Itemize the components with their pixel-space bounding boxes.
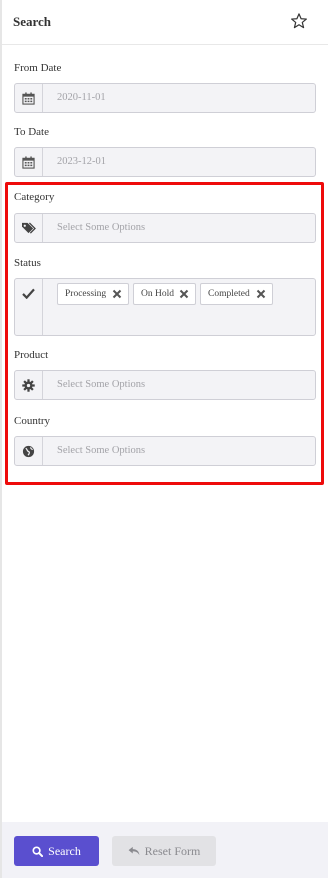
- search-icon: [32, 845, 44, 857]
- reset-form-button[interactable]: Reset Form: [112, 836, 216, 866]
- to-date-value: 2023-12-01: [57, 156, 106, 167]
- panel-title: Search: [13, 14, 52, 29]
- to-date-label: To Date: [14, 126, 49, 138]
- search-button[interactable]: Search: [14, 836, 99, 866]
- calendar-icon: [15, 84, 43, 112]
- from-date-value: 2020-11-01: [57, 92, 106, 103]
- from-date-label: From Date: [14, 62, 62, 74]
- footer-bar: Search Reset Form: [2, 822, 328, 878]
- calendar-icon: [15, 148, 43, 176]
- reply-icon: [128, 846, 140, 856]
- panel-left-border: [0, 0, 2, 878]
- highlight-box: [5, 182, 324, 485]
- search-button-label: Search: [48, 843, 81, 858]
- star-icon[interactable]: [290, 12, 308, 30]
- from-date-field[interactable]: 2020-11-01: [14, 83, 316, 113]
- panel-header: Search: [2, 0, 328, 45]
- to-date-field[interactable]: 2023-12-01: [14, 147, 316, 177]
- reset-button-label: Reset Form: [144, 843, 201, 858]
